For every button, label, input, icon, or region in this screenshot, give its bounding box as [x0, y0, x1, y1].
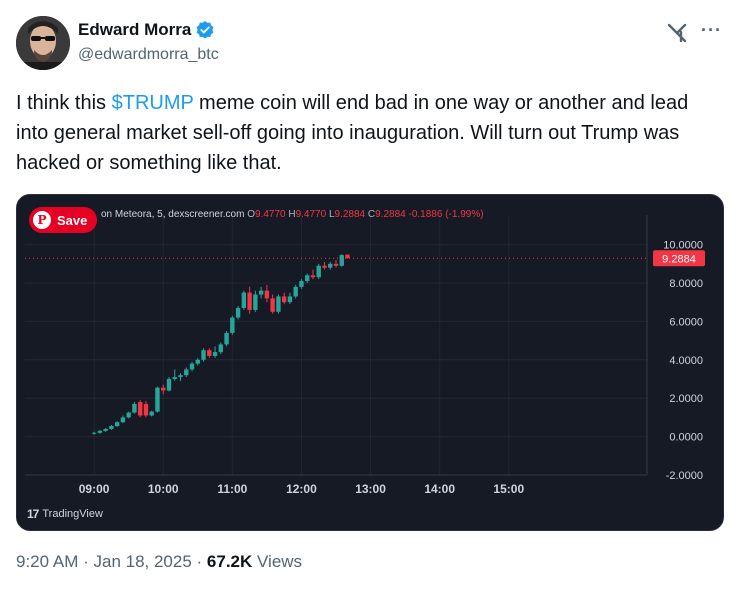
candle-body	[201, 350, 206, 360]
tweet-header: Edward Morra @edwardmorra_btc ···	[16, 16, 724, 72]
ohlc-l-value: 9.2884	[334, 209, 366, 220]
candle-body	[241, 292, 247, 308]
tradingview-icon: 17	[27, 507, 39, 521]
candle-body	[345, 254, 350, 259]
y-tick-label: -2.0000	[666, 470, 703, 482]
y-tick-label: 4.0000	[669, 355, 703, 367]
last-price-label: 9.2884	[662, 253, 696, 265]
candle-body	[149, 411, 154, 416]
x-tick-label: 09:00	[79, 482, 110, 496]
candle-body	[235, 307, 241, 318]
candle-body	[195, 359, 200, 364]
y-tick-label: 0.0000	[669, 432, 703, 444]
candle-body	[114, 422, 120, 427]
candle-body	[218, 344, 224, 353]
x-tick-label: 10:00	[148, 482, 179, 496]
tradingview-label: TradingView	[42, 508, 103, 520]
x-tick-label: 13:00	[355, 482, 386, 496]
candle-body	[230, 317, 235, 333]
views-label: Views	[252, 552, 303, 571]
candle-body	[207, 350, 212, 356]
candle-body	[333, 263, 339, 266]
chart-image[interactable]: 10.0000 8.0000 6.0000 4.0000 2.0000 0.0000 -2.…	[16, 194, 724, 531]
tweet-footer: 9:20 AM · Jan 18, 2025 · 67.2K Views	[16, 552, 302, 572]
candle-body	[132, 403, 137, 413]
candle-body	[184, 369, 189, 376]
tweet-time[interactable]: 9:20 AM	[16, 552, 78, 571]
views-count: 67.2K	[206, 552, 253, 571]
candle-body	[137, 402, 143, 416]
separator: ·	[78, 552, 94, 571]
candle-body	[212, 352, 218, 356]
candle-body	[172, 377, 177, 379]
candle-body	[247, 292, 252, 310]
tweet-text-before: I think this	[16, 92, 112, 114]
ohlc-o-label: O	[247, 209, 255, 220]
candle-body	[103, 428, 108, 431]
save-label: Save	[57, 212, 88, 228]
candle-body	[264, 290, 270, 299]
pinterest-save-button[interactable]: P Save	[29, 207, 98, 233]
x-tick-label: 12:00	[286, 482, 317, 496]
y-tick-label: 8.0000	[669, 278, 703, 290]
candle-body	[287, 296, 293, 303]
display-name[interactable]: Edward Morra	[78, 20, 191, 40]
x-tick-label: 14:00	[424, 482, 455, 496]
candle-body	[97, 430, 103, 433]
y-tick-label: 6.0000	[669, 316, 703, 328]
candle-body	[126, 412, 131, 418]
ohlc-o-value: 9.4770	[254, 209, 286, 220]
grok-icon[interactable]	[666, 22, 688, 44]
candle-body	[120, 417, 126, 423]
candle-body	[310, 275, 316, 278]
tweet-text: I think this $TRUMP meme coin will end b…	[16, 88, 724, 178]
author-handle[interactable]: @edwardmorra_btc	[78, 46, 219, 64]
candle-body	[328, 263, 333, 268]
tradingview-logo: 17 TradingView	[27, 507, 103, 521]
candle-body	[276, 296, 281, 312]
candle-body	[143, 403, 149, 416]
x-tick-label: 15:00	[493, 482, 524, 496]
chart-ohlc-header: on Meteora, 5, dexscreener.com O9.4770 H…	[101, 209, 484, 220]
separator: ·	[191, 552, 207, 571]
ohlc-h-value: 9.4770	[295, 209, 327, 220]
candle-body	[178, 375, 183, 378]
candle-body	[155, 387, 160, 412]
chart-source: on Meteora, 5, dexscreener.com	[101, 209, 245, 220]
y-tick-label: 10.0000	[663, 240, 703, 252]
candle-body	[293, 286, 298, 297]
candle-body	[322, 265, 327, 268]
candle-body	[224, 332, 229, 345]
cashtag-link[interactable]: $TRUMP	[112, 92, 194, 114]
y-tick-label: 2.0000	[669, 393, 703, 405]
tweet-date[interactable]: Jan 18, 2025	[93, 552, 191, 571]
ohlc-c-value: 9.2884	[375, 209, 406, 220]
candle-body	[339, 255, 344, 266]
candle-body	[253, 294, 258, 310]
candle-body	[281, 296, 287, 303]
pinterest-icon: P	[33, 211, 51, 229]
candle-body	[166, 379, 172, 391]
candle-body	[305, 275, 310, 282]
candlestick-chart: 10.0000 8.0000 6.0000 4.0000 2.0000 0.0000 -2.…	[25, 215, 705, 496]
candle-body	[91, 432, 97, 434]
ohlc-h-label: H	[288, 209, 296, 220]
verified-badge-icon	[195, 20, 215, 40]
candle-body	[316, 265, 321, 278]
more-options-icon[interactable]: ···	[701, 20, 722, 41]
avatar[interactable]	[16, 16, 70, 70]
candle-body	[299, 281, 304, 287]
candle-body	[258, 290, 264, 295]
candle-body	[270, 298, 275, 312]
x-tick-label: 11:00	[217, 482, 247, 496]
name-row: Edward Morra	[78, 20, 215, 40]
candle-body	[161, 387, 166, 391]
candle-body	[189, 363, 195, 370]
candle-body	[109, 426, 114, 429]
ohlc-change: -0.1886 (-1.99%)	[408, 209, 484, 220]
